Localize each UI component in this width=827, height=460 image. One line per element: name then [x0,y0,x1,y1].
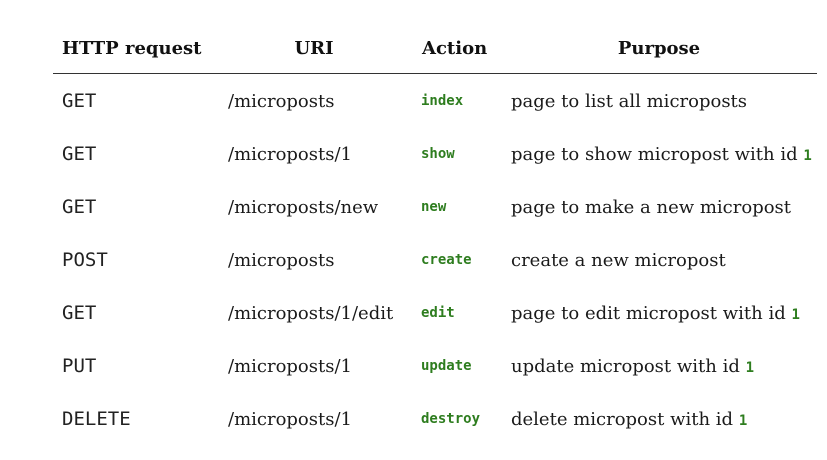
uri-path: /microposts/1 [228,409,352,430]
table-row: GET /microposts/new new page to make a n… [53,181,817,234]
controller-action: create [421,252,472,268]
purpose-text: page to edit micropost with id 1 [511,287,800,340]
purpose-description: page to list all microposts [511,91,748,112]
purpose-id-code: 1 [791,307,800,323]
controller-action: update [421,358,472,374]
purpose-description: delete micropost with id [511,409,739,430]
controller-action: index [421,93,464,109]
controller-action: edit [421,305,455,321]
purpose-description: page to edit micropost with id [511,303,792,324]
uri-path: /microposts/new [228,197,379,218]
http-verb: DELETE [62,408,131,430]
http-verb: GET [62,196,97,218]
controller-action: destroy [421,411,481,427]
purpose-description: page to show micropost with id [511,144,804,165]
http-verb: GET [62,302,97,324]
http-verb: GET [62,143,97,165]
purpose-text: page to make a new micropost [511,181,791,234]
purpose-text: create a new micropost [511,234,726,287]
purpose-description: update micropost with id [511,356,746,377]
uri-path: /microposts [228,91,335,112]
purpose-text: page to list all microposts [511,75,747,128]
table-row: PUT /microposts/1 update update micropos… [53,340,817,393]
purpose-id-code: 1 [745,360,755,376]
purpose-id-code: 1 [738,413,748,429]
purpose-description: page to make a new micropost [511,197,792,218]
table-row: DELETE /microposts/1 destroy delete micr… [53,393,817,446]
table-row: GET /microposts/1/edit edit page to edit… [53,287,817,340]
header-purpose: Purpose [617,38,701,59]
purpose-id-code: 1 [803,148,812,164]
uri-path: /microposts [228,250,335,271]
controller-action: show [421,146,455,162]
header-http-request: HTTP request [62,38,202,59]
http-verb: PUT [62,355,97,377]
header-uri: URI [294,38,334,59]
purpose-text: page to show micropost with id 1 [511,128,812,181]
uri-path: /microposts/1/edit [228,303,394,324]
header-action: Action [422,38,488,59]
purpose-description: create a new micropost [511,250,726,271]
uri-path: /microposts/1 [228,356,352,377]
http-verb: GET [62,90,97,112]
http-verb: POST [62,249,108,271]
restful-routes-table: HTTP request URI Action Purpose GET /mic… [53,0,817,430]
purpose-text: update micropost with id 1 [511,340,754,393]
purpose-text: delete micropost with id 1 [511,393,747,446]
table-row: GET /microposts/1 show page to show micr… [53,128,817,181]
uri-path: /microposts/1 [228,144,352,165]
controller-action: new [421,199,447,215]
table-row: POST /microposts create create a new mic… [53,234,817,287]
table-header: HTTP request URI Action Purpose [53,0,817,74]
table-row: GET /microposts index page to list all m… [53,75,817,128]
